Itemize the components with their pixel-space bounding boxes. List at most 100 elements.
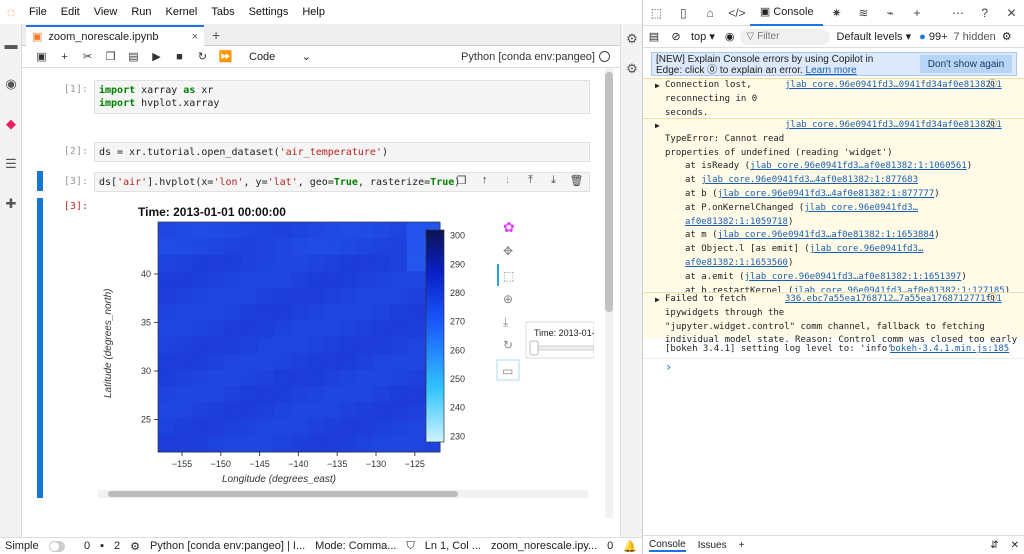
tab-console[interactable]: ▣ Console (750, 0, 824, 26)
add-tool-icon[interactable]: + (904, 0, 931, 26)
menu-kernel[interactable]: Kernel (159, 0, 205, 24)
reset-icon[interactable]: ↻ (503, 338, 513, 352)
cursor-position[interactable]: Ln 1, Col ... (425, 540, 481, 552)
copy-icon[interactable]: ❐ (99, 46, 122, 68)
move-up-icon[interactable]: ↑ (473, 174, 496, 187)
code-cell-2[interactable]: ds = xr.tutorial.open_dataset('air_tempe… (94, 142, 590, 162)
source-link[interactable]: jlab_core.96e0941fd3…af0e81382:1:1651397 (745, 272, 962, 282)
source-link[interactable]: jlab_core.96e0941fd3…4af0e81382:1:877683 (701, 175, 918, 185)
menu-view[interactable]: View (87, 0, 125, 24)
duplicate-icon[interactable]: ❐ (450, 174, 473, 187)
box-zoom-icon[interactable]: ⬚ (503, 269, 514, 283)
wheel-zoom-icon[interactable]: ⊕ (503, 292, 513, 306)
heatmap-plot[interactable]: Time: 2013-01-01 00:00:00 −155 −150 −145 −1… (94, 202, 594, 492)
settings-icon[interactable]: ⚙ (1002, 30, 1012, 43)
source-link[interactable]: jlab_core.96e0941fd3…af0e81382:1:1653884 (718, 230, 935, 240)
vertical-scrollbar[interactable] (605, 68, 613, 518)
vertical-scroll-thumb[interactable] (605, 72, 613, 312)
gear-icon[interactable]: ⚙ (621, 24, 642, 54)
copilot-icon[interactable]: ⓪ (988, 119, 997, 133)
menu-file[interactable]: File (22, 0, 54, 24)
time-slider-handle[interactable] (529, 340, 539, 356)
hover-icon[interactable]: ▭ (502, 364, 513, 378)
kernel-status[interactable]: Python [conda env:pangeo] | I... (150, 540, 305, 552)
close-icon[interactable]: ✕ (998, 0, 1024, 26)
add-cell-icon[interactable]: + (53, 46, 76, 68)
sidebar-icon[interactable]: ▤ (643, 30, 665, 43)
toc-icon[interactable]: ☰ (0, 144, 22, 184)
insert-below-icon[interactable]: ⤓ (542, 174, 565, 187)
expand-triangle-icon[interactable]: ▶ (655, 119, 660, 133)
menu-help[interactable]: Help (295, 0, 332, 24)
new-tab-button[interactable]: + (212, 26, 228, 44)
console-warning[interactable]: ▶ 336.ebc7a55ea1768712…7a55ea1768712771f… (643, 292, 1024, 345)
move-down-icon[interactable]: ↓ (496, 174, 519, 187)
bell-icon[interactable]: 🔔 (623, 540, 637, 553)
menu-run[interactable]: Run (124, 0, 158, 24)
puzzle-icon[interactable]: ✚ (0, 184, 22, 224)
insert-above-icon[interactable]: ⤒ (519, 174, 542, 187)
welcome-icon[interactable]: ⌂ (697, 0, 724, 26)
time-slider[interactable] (531, 345, 594, 351)
tab-notebook[interactable]: ▣ zoom_norescale.ipynb × (26, 25, 204, 46)
console-prompt[interactable]: › (643, 360, 1024, 377)
extension-color-icon[interactable]: ◆ (0, 104, 22, 144)
eye-icon[interactable]: ◉ (725, 30, 735, 43)
source-link[interactable]: jlab_core.96e0941fd3…4af0e81382:1:877777 (718, 189, 935, 199)
more-icon[interactable]: ⋯ (944, 0, 971, 26)
copilot-icon[interactable]: ⓪ (988, 79, 997, 93)
menu-settings[interactable]: Settings (242, 0, 296, 24)
context-select[interactable]: top ▾ (691, 30, 715, 43)
device-icon[interactable]: ▯ (670, 0, 697, 26)
close-icon[interactable]: × (192, 31, 198, 43)
dont-show-again-button[interactable]: Don't show again (920, 55, 1012, 73)
horizontal-scrollbar[interactable] (98, 490, 588, 498)
performance-icon[interactable]: ⌁ (877, 0, 904, 26)
drawer-add-button[interactable]: + (739, 540, 745, 551)
learn-more-link[interactable]: Learn more (806, 65, 857, 76)
drawer-tab-issues[interactable]: Issues (698, 540, 727, 551)
filter-input[interactable]: ▽ Filter (740, 28, 831, 45)
save-plot-icon[interactable]: ⤓ (503, 315, 509, 329)
debugger-icon[interactable]: ⚙ (621, 54, 642, 84)
help-icon[interactable]: ? (971, 0, 998, 26)
source-link[interactable]: 336.ebc7a55ea1768712…7a55ea1768712771f:1 (785, 293, 1002, 307)
cell-type-select[interactable]: Code ⌄ (245, 48, 315, 65)
clear-icon[interactable]: ⊘ (665, 30, 687, 43)
horizontal-scroll-thumb[interactable] (108, 491, 458, 497)
close-drawer-icon[interactable]: ✕ (1011, 540, 1019, 551)
copilot-icon[interactable]: ⓪ (988, 293, 997, 307)
source-link[interactable]: jlab_core.96e0941fd3…0941fd34af0e81382:1 (785, 119, 1002, 133)
bokeh-logo-icon[interactable]: ✿ (503, 219, 515, 235)
folder-icon[interactable]: ▬ (0, 24, 22, 64)
elements-icon[interactable]: </> (723, 0, 750, 26)
network-icon[interactable]: ≋ (850, 0, 877, 26)
menu-tabs[interactable]: Tabs (204, 0, 241, 24)
source-link[interactable]: bokeh-3.4.1.min.js:185 (890, 343, 1009, 357)
save-icon[interactable]: ▣ (30, 46, 53, 68)
console-warning[interactable]: ▶ jlab_core.96e0941fd3…0941fd34af0e81382… (643, 78, 1024, 118)
run-icon[interactable]: ▶ (145, 46, 168, 68)
restart-icon[interactable]: ↻ (191, 46, 214, 68)
inspect-icon[interactable]: ⬚ (643, 0, 670, 26)
drawer-expand-icon[interactable]: ⇵ (990, 540, 998, 551)
console-log[interactable]: [bokeh 3.4.1] setting log level to: 'inf… (643, 343, 1024, 359)
issues-badge[interactable]: ● 99+ (919, 31, 947, 43)
menu-edit[interactable]: Edit (54, 0, 87, 24)
sources-icon[interactable]: ✷ (823, 0, 850, 26)
source-link[interactable]: jlab_core.96e0941fd3…af0e81382:1:1060561 (750, 161, 967, 171)
stop-icon[interactable]: ■ (168, 46, 191, 68)
running-icon[interactable]: ◉ (0, 64, 22, 104)
kernel-name[interactable]: Python [conda env:pangeo] (461, 51, 599, 63)
console-warning[interactable]: ▶ jlab_core.96e0941fd3…0941fd34af0e81382… (643, 118, 1024, 323)
fast-forward-icon[interactable]: ⏩ (214, 46, 237, 68)
paste-icon[interactable]: ▤ (122, 46, 145, 68)
expand-triangle-icon[interactable]: ▶ (655, 293, 660, 307)
levels-select[interactable]: Default levels ▾ (836, 30, 911, 43)
delete-icon[interactable]: 🗑 (565, 174, 588, 187)
code-cell-1[interactable]: import xarray as xr import hvplot.xarray (94, 80, 590, 114)
expand-triangle-icon[interactable]: ▶ (655, 79, 660, 93)
pan-icon[interactable]: ✥ (503, 244, 513, 258)
drawer-tab-console[interactable]: Console (649, 539, 686, 552)
cut-icon[interactable]: ✂ (76, 46, 99, 68)
